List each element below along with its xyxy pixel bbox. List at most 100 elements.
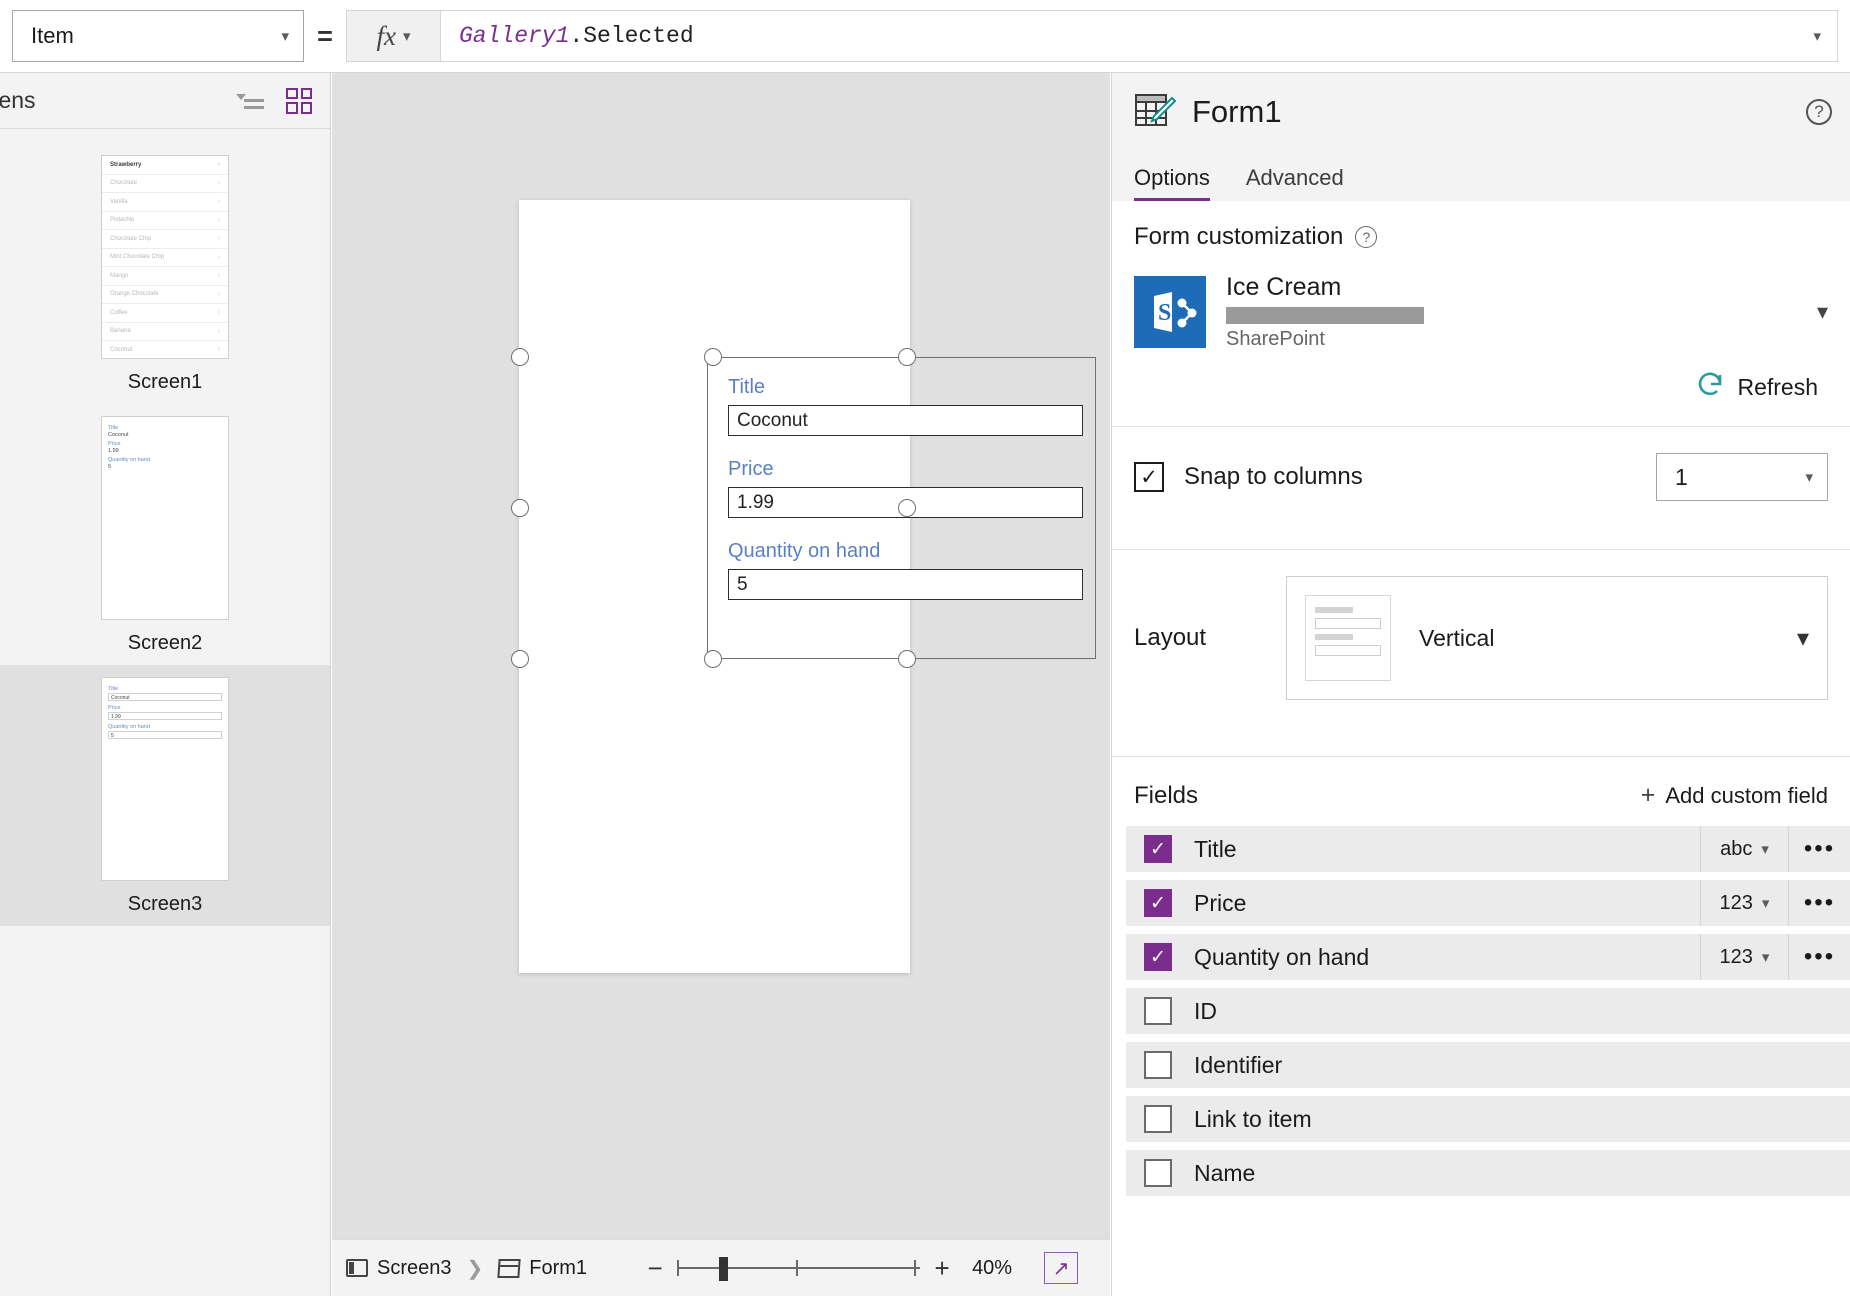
resize-handle-se[interactable]	[898, 650, 916, 668]
screen-entry-screen1[interactable]: Strawberry › Chocolate › Vanilla › Pistachi…	[0, 143, 330, 404]
canvas-field-quantity[interactable]: Quantity on hand 5	[728, 540, 1083, 600]
fx-icon: fx	[376, 20, 396, 51]
svg-text:S: S	[1158, 300, 1171, 326]
table-row[interactable]: ✓ Quantity on hand 123 ▾ •••	[1126, 934, 1850, 980]
property-select-value: Item	[31, 23, 74, 48]
gallery-row: Pistachio ›	[102, 212, 228, 230]
formula-expand-chevron-icon[interactable]: ▾	[1813, 29, 1821, 44]
thumb-field-box: Coconut	[108, 693, 222, 701]
formula-bar: Item ▾ = fx ▾ Gallery1.Selected ▾	[0, 0, 1850, 73]
chevron-right-icon: ›	[217, 309, 220, 317]
resize-handle-s[interactable]	[704, 650, 722, 668]
resize-handle-sw[interactable]	[511, 650, 529, 668]
chevron-right-icon: ›	[217, 235, 220, 243]
tree-view-icon[interactable]	[236, 90, 264, 112]
screens-panel: reens Strawberry › Chocolate ›	[0, 73, 331, 1296]
data-source-name: Ice Cream	[1226, 273, 1342, 301]
data-source-info: Ice Cream SharePoint	[1226, 273, 1424, 351]
zoom-slider-tick	[677, 1260, 680, 1276]
chevron-right-icon: ›	[217, 179, 220, 187]
resize-handle-w[interactable]	[511, 499, 529, 517]
gallery-row-label: Chocolate	[110, 180, 138, 187]
field-name: Title	[1194, 835, 1237, 862]
chevron-down-icon: ▾	[281, 27, 289, 45]
snap-to-columns-checkbox[interactable]: ✓	[1134, 462, 1164, 492]
table-row[interactable]: ✓ Title abc ▾ •••	[1126, 826, 1850, 872]
design-canvas[interactable]: Title Coconut Price 1.99 Quantity on han…	[332, 73, 1110, 1296]
field-name: Link to item	[1194, 1105, 1312, 1132]
equals-sign: =	[317, 20, 333, 51]
field-menu-button[interactable]: •••	[1788, 934, 1850, 980]
breadcrumb-separator-icon: ❯	[466, 1257, 484, 1280]
layout-label: Layout	[1134, 624, 1207, 651]
gallery-row-label: Coffee	[110, 309, 128, 316]
zoom-slider[interactable]	[677, 1257, 921, 1281]
screen-icon	[346, 1259, 368, 1277]
property-select[interactable]: Item ▾	[12, 10, 304, 62]
gallery-row-label: Orange Chocolate	[110, 291, 159, 298]
canvas-field-title[interactable]: Title Coconut	[728, 376, 1083, 436]
form-customization-label: Form customization	[1134, 223, 1344, 250]
gallery-row-label: Coconut	[110, 346, 133, 353]
tab-options[interactable]: Options	[1134, 165, 1210, 201]
chevron-down-icon[interactable]: ▾	[1817, 299, 1828, 325]
form-customization-section: Form customization ? S Ice Cream SharePo…	[1112, 201, 1850, 404]
field-name: Identifier	[1194, 1051, 1283, 1078]
table-row[interactable]: Name	[1126, 1150, 1850, 1196]
thumb-field-label: Title	[108, 686, 119, 692]
zoom-slider-track	[677, 1267, 921, 1269]
table-row[interactable]: ID	[1126, 988, 1850, 1034]
screen-entry-screen2[interactable]: Title Coconut Price 1.99 Quantity on han…	[0, 404, 330, 665]
field-checkbox[interactable]: ✓	[1144, 835, 1172, 863]
table-row[interactable]: Link to item	[1126, 1096, 1850, 1142]
form-edit-icon	[1134, 92, 1177, 132]
field-type-label: 123	[1719, 891, 1753, 914]
resize-handle-nw[interactable]	[511, 348, 529, 366]
zoom-out-button[interactable]: −	[645, 1255, 665, 1281]
field-menu-button[interactable]: •••	[1788, 826, 1850, 872]
field-checkbox[interactable]	[1144, 997, 1172, 1025]
formula-input[interactable]: Gallery1.Selected ▾	[440, 10, 1838, 62]
screens-list: Strawberry › Chocolate › Vanilla › Pistachi…	[0, 129, 330, 926]
thumb-field-box: 5	[108, 731, 222, 739]
field-checkbox[interactable]	[1144, 1159, 1172, 1187]
field-menu-button[interactable]: •••	[1788, 880, 1850, 926]
field-checkbox[interactable]	[1144, 1105, 1172, 1133]
resize-handle-ne[interactable]	[898, 348, 916, 366]
zoom-slider-handle[interactable]	[719, 1257, 729, 1281]
resize-handle-e[interactable]	[898, 499, 916, 517]
field-input[interactable]: Coconut	[728, 405, 1083, 436]
field-name: ID	[1194, 997, 1217, 1024]
fx-button[interactable]: fx ▾	[346, 10, 440, 62]
app-screen-surface[interactable]: Title Coconut Price 1.99 Quantity on han…	[511, 200, 1096, 973]
tab-advanced[interactable]: Advanced	[1246, 165, 1344, 201]
columns-select[interactable]: 1 ▾	[1656, 453, 1828, 501]
help-icon[interactable]: ?	[1806, 99, 1832, 125]
table-row[interactable]: Identifier	[1126, 1042, 1850, 1088]
screens-panel-header: reens	[0, 73, 330, 129]
zoom-in-button[interactable]: +	[932, 1255, 952, 1281]
field-type-select[interactable]: 123 ▾	[1700, 880, 1788, 926]
field-type-select[interactable]: 123 ▾	[1700, 934, 1788, 980]
layout-select[interactable]: Vertical ▾	[1286, 576, 1828, 700]
gallery-row: Coconut ›	[102, 341, 228, 358]
fit-to-screen-icon[interactable]: ↗	[1044, 1252, 1079, 1284]
breadcrumb-item-screen[interactable]: Screen3	[377, 1257, 452, 1280]
screen-entry-screen3[interactable]: Title Coconut Price 1.99 Quantity on han…	[0, 665, 330, 926]
gallery-row: Chocolate ›	[102, 175, 228, 193]
field-checkbox[interactable]	[1144, 1051, 1172, 1079]
table-row[interactable]: ✓ Price 123 ▾ •••	[1126, 880, 1850, 926]
refresh-row[interactable]: Refresh	[1134, 371, 1828, 404]
field-checkbox[interactable]: ✓	[1144, 889, 1172, 917]
chevron-down-icon: ▾	[1761, 948, 1770, 966]
field-type-select[interactable]: abc ▾	[1700, 826, 1788, 872]
breadcrumb-item-form[interactable]: Form1	[529, 1257, 587, 1280]
resize-handle-n[interactable]	[704, 348, 722, 366]
help-icon[interactable]: ?	[1355, 226, 1378, 248]
grid-view-icon[interactable]	[286, 87, 312, 114]
add-custom-field-button[interactable]: + Add custom field	[1641, 781, 1828, 810]
field-checkbox[interactable]: ✓	[1144, 943, 1172, 971]
screen-label: Screen3	[127, 893, 203, 915]
field-input[interactable]: 5	[728, 569, 1083, 600]
data-source-row[interactable]: S Ice Cream SharePoint ▾	[1134, 273, 1828, 351]
